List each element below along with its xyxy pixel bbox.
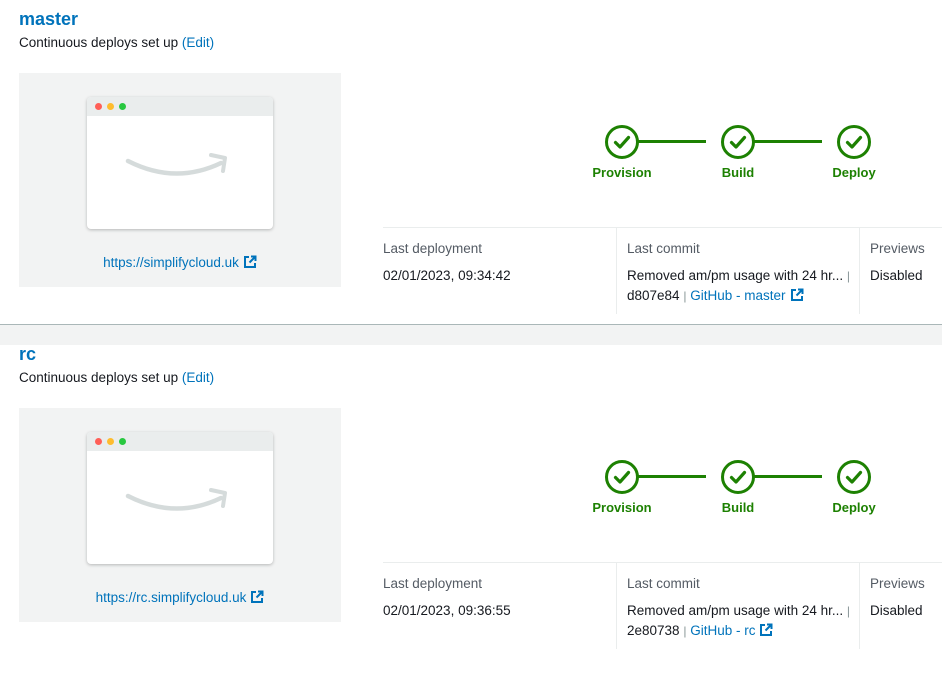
branch-card-rc: rc Continuous deploys set up (Edit) http…: [0, 324, 942, 673]
window-maximize-dot-icon: [119, 103, 126, 110]
last-commit-value: Removed am/pm usage with 24 hr... | 2e80…: [627, 601, 853, 641]
step-label-provision: Provision: [592, 165, 652, 180]
site-url-text: https://rc.simplifycloud.uk: [95, 590, 247, 605]
previews-column: Previews Disabled: [859, 228, 942, 314]
commit-message: Removed am/pm usage with 24 hr...: [627, 603, 844, 618]
browser-titlebar: [87, 97, 273, 116]
build-check-circle-icon: [721, 125, 755, 159]
step-label-deploy: Deploy: [832, 500, 876, 515]
deployment-info: Last deployment 02/01/2023, 09:36:55 Las…: [383, 562, 942, 649]
pipeline-steps: Provision Build Deploy: [590, 125, 890, 185]
provision-check-circle-icon: [605, 460, 639, 494]
separator: |: [683, 624, 687, 638]
external-link-icon: [243, 255, 257, 268]
deploy-status-text: Continuous deploys set up: [19, 370, 179, 385]
previews-label: Previews: [870, 576, 925, 591]
provision-check-circle-icon: [605, 125, 639, 159]
edit-link[interactable]: (Edit): [182, 370, 214, 385]
previews-value: Disabled: [870, 268, 923, 283]
step-label-provision: Provision: [592, 500, 652, 515]
step-label-deploy: Deploy: [832, 165, 876, 180]
separator: |: [846, 604, 850, 618]
last-commit-label: Last commit: [627, 241, 700, 256]
last-commit-column: Last commit Removed am/pm usage with 24 …: [616, 563, 859, 649]
site-url-text: https://simplifycloud.uk: [103, 255, 239, 270]
last-commit-column: Last commit Removed am/pm usage with 24 …: [616, 228, 859, 314]
deployment-info: Last deployment 02/01/2023, 09:34:42 Las…: [383, 227, 942, 314]
github-repo-link-text: GitHub - rc: [690, 623, 756, 638]
browser-thumbnail[interactable]: [87, 432, 273, 564]
window-close-dot-icon: [95, 103, 102, 110]
last-deployment-label: Last deployment: [383, 576, 483, 591]
window-maximize-dot-icon: [119, 438, 126, 445]
external-link-icon: [251, 590, 264, 603]
commit-hash: d807e84: [627, 288, 680, 303]
github-repo-link-text: GitHub - master: [690, 288, 786, 303]
last-commit-label: Last commit: [627, 576, 700, 591]
last-deployment-label: Last deployment: [383, 241, 483, 256]
branch-name-link[interactable]: rc: [19, 344, 36, 365]
previews-label: Previews: [870, 241, 925, 256]
branch-name-link[interactable]: master: [19, 9, 78, 30]
amazon-smile-logo: [125, 488, 227, 511]
last-deployment-value: 02/01/2023, 09:34:42: [383, 268, 511, 283]
last-deployment-column: Last deployment 02/01/2023, 09:34:42: [383, 228, 616, 314]
window-minimize-dot-icon: [107, 103, 114, 110]
commit-hash: 2e80738: [627, 623, 680, 638]
app-preview-panel: https://rc.simplifycloud.uk: [19, 408, 341, 622]
external-link-icon: [760, 623, 773, 636]
last-deployment-value: 02/01/2023, 09:36:55: [383, 603, 511, 618]
external-link-icon: [790, 288, 803, 301]
deploy-status-text: Continuous deploys set up: [19, 35, 179, 50]
branch-card-master: master Continuous deploys set up (Edit) …: [0, 0, 942, 345]
window-minimize-dot-icon: [107, 438, 114, 445]
separator: |: [846, 269, 850, 283]
github-repo-link[interactable]: GitHub - rc: [690, 623, 773, 638]
deploy-check-circle-icon: [837, 125, 871, 159]
edit-link[interactable]: (Edit): [182, 35, 214, 50]
github-repo-link[interactable]: GitHub - master: [690, 288, 803, 303]
last-commit-value: Removed am/pm usage with 24 hr... | d807…: [627, 266, 853, 306]
commit-message: Removed am/pm usage with 24 hr...: [627, 268, 844, 283]
deploy-check-circle-icon: [837, 460, 871, 494]
build-check-circle-icon: [721, 460, 755, 494]
deploy-status: Continuous deploys set up (Edit): [19, 35, 214, 50]
window-close-dot-icon: [95, 438, 102, 445]
browser-thumbnail[interactable]: [87, 97, 273, 229]
step-label-build: Build: [721, 500, 755, 515]
previews-column: Previews Disabled: [859, 563, 942, 649]
site-url-link[interactable]: https://rc.simplifycloud.uk: [19, 590, 341, 605]
previews-value: Disabled: [870, 603, 923, 618]
deploy-status: Continuous deploys set up (Edit): [19, 370, 214, 385]
amazon-smile-logo: [125, 153, 227, 176]
last-deployment-column: Last deployment 02/01/2023, 09:36:55: [383, 563, 616, 649]
browser-titlebar: [87, 432, 273, 451]
step-label-build: Build: [721, 165, 755, 180]
separator: |: [683, 289, 687, 303]
site-url-link[interactable]: https://simplifycloud.uk: [19, 255, 341, 270]
pipeline-steps: Provision Build Deploy: [590, 460, 890, 520]
app-preview-panel: https://simplifycloud.uk: [19, 73, 341, 287]
